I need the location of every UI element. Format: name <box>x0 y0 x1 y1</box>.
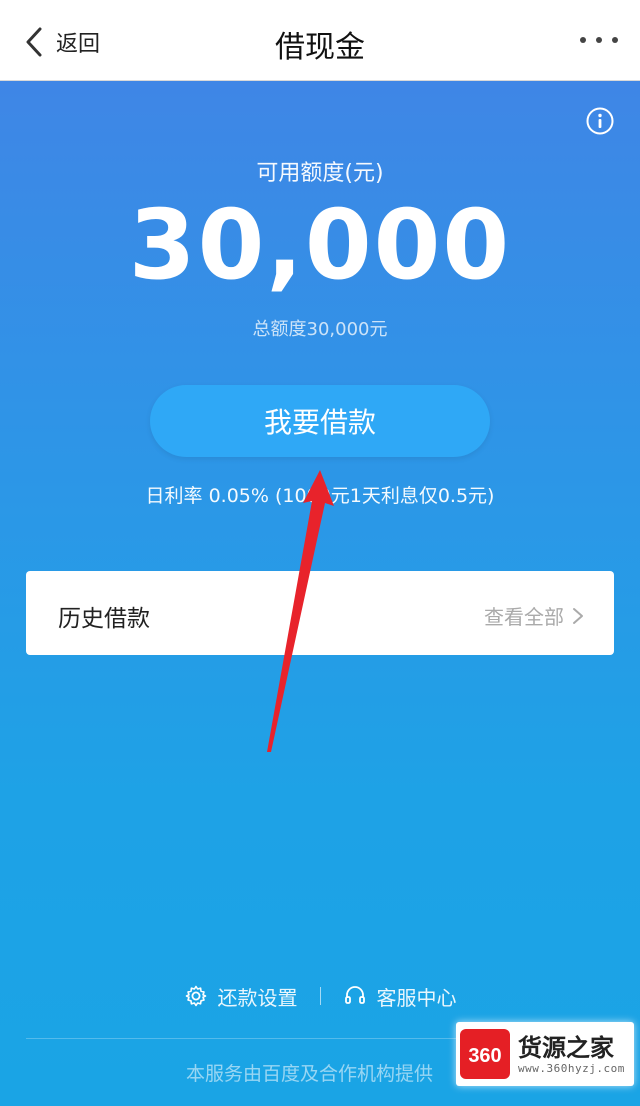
360-logo: 360 <box>460 1029 510 1079</box>
main-content: 可用额度(元) 30,000 总额度30,000元 我要借款 日利率 0.05%… <box>0 81 640 1106</box>
service-provider-note: 本服务由百度及合作机构提供 <box>186 1063 434 1085</box>
more-dots-icon[interactable] <box>580 30 618 50</box>
svg-text:360: 360 <box>468 1045 501 1067</box>
more-dot <box>580 37 586 43</box>
watermark-url: www.360hyzj.com <box>518 1061 625 1075</box>
view-all-label: 查看全部 <box>484 605 564 629</box>
available-credit-label: 可用额度(元) <box>256 161 384 186</box>
repayment-settings-link[interactable]: 还款设置 <box>184 982 298 1011</box>
chevron-right-icon <box>573 607 583 624</box>
available-credit-amount: 30,000 <box>128 189 512 301</box>
daily-rate-text: 日利率 0.05% (1000元1天利息仅0.5元) <box>145 485 495 507</box>
more-dot <box>596 37 602 43</box>
customer-service-label: 客服中心 <box>376 985 457 1010</box>
info-icon[interactable] <box>586 107 614 135</box>
footer-links: 还款设置 客服中心 <box>0 981 640 1011</box>
repayment-settings-label: 还款设置 <box>217 985 298 1010</box>
page-title: 借现金 <box>275 30 365 65</box>
headset-icon <box>344 986 365 1004</box>
total-credit-label: 总额度30,000元 <box>252 319 388 340</box>
history-loans-card[interactable]: 历史借款 查看全部 <box>26 571 614 655</box>
more-dot <box>612 37 618 43</box>
top-navigation-bar: 返回 借现金 <box>0 0 640 81</box>
site-watermark: 360 货源之家 www.360hyzj.com <box>456 1022 634 1086</box>
borrow-button[interactable]: 我要借款 <box>150 385 490 457</box>
history-loans-title: 历史借款 <box>58 606 150 632</box>
gear-icon <box>185 985 206 1007</box>
customer-service-link[interactable]: 客服中心 <box>343 982 457 1011</box>
watermark-name: 货源之家 <box>518 1033 614 1062</box>
footer-divider <box>319 987 321 1005</box>
view-all-link[interactable]: 查看全部 <box>484 601 584 630</box>
